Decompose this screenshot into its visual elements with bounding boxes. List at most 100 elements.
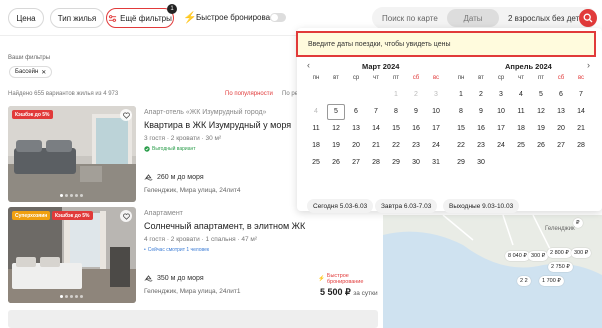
map-price-marker[interactable]: 300 ₽ [571, 248, 592, 258]
calendar-day[interactable]: 16 [407, 121, 425, 137]
calendar-day[interactable]: 10 [492, 104, 510, 120]
calendar-day[interactable]: 10 [427, 104, 445, 120]
calendar-day[interactable]: 27 [347, 155, 365, 171]
calendar-day[interactable]: 25 [512, 138, 530, 154]
calendar-day[interactable]: 23 [407, 138, 425, 154]
calendar-day[interactable]: 24 [427, 138, 445, 154]
calendar-day[interactable]: 19 [327, 138, 345, 154]
search-map-button[interactable]: Поиск по карте [382, 14, 438, 23]
room-photo-icon [8, 207, 136, 303]
calendar-day[interactable]: 30 [407, 155, 425, 171]
calendar-day[interactable]: 31 [427, 155, 445, 171]
calendar-day[interactable]: 8 [452, 104, 470, 120]
calendar-day[interactable]: 5 [327, 104, 345, 120]
calendar-day[interactable]: 4 [512, 87, 530, 103]
calendar-day[interactable]: 20 [552, 121, 570, 137]
map-view[interactable]: Геленджик ₽ 8 040 ₽ 300 ₽ 2 800 ₽ 300 ₽ … [383, 215, 602, 328]
calendar-day[interactable]: 5 [532, 87, 550, 103]
calendar-day[interactable]: 29 [387, 155, 405, 171]
month-title-march: Март 2024 [362, 62, 400, 71]
calendar-day[interactable]: 26 [532, 138, 550, 154]
photo-pagination[interactable] [60, 295, 83, 298]
calendar-day[interactable]: 14 [367, 121, 385, 137]
calendar-day[interactable]: 7 [367, 104, 385, 120]
fast-booking-toggle[interactable] [270, 13, 286, 22]
calendar-day[interactable]: 3 [492, 87, 510, 103]
filter-chip-pool[interactable]: Бассейн ✕ [9, 66, 53, 78]
calendar-day[interactable]: 13 [552, 104, 570, 120]
price-filter-button[interactable]: Цена [8, 8, 44, 28]
calendar-day[interactable]: 19 [532, 121, 550, 137]
calendar-day[interactable]: 30 [472, 155, 490, 171]
search-button[interactable] [579, 9, 597, 27]
photo-pagination[interactable] [60, 194, 83, 197]
map-price-marker[interactable]: 2 800 ₽ [547, 248, 572, 258]
calendar-day[interactable]: 8 [387, 104, 405, 120]
calendar-day[interactable]: 21 [572, 121, 590, 137]
calendar-day[interactable]: 15 [452, 121, 470, 137]
calendar-day[interactable]: 27 [552, 138, 570, 154]
calendar-day[interactable]: 26 [327, 155, 345, 171]
listing-title[interactable]: Квартира в ЖК Изумрудный у моря [144, 120, 291, 130]
calendar-day[interactable]: 24 [492, 138, 510, 154]
sort-popular-tab[interactable]: По популярности [225, 91, 273, 97]
calendar-day[interactable]: 28 [572, 138, 590, 154]
calendar-day[interactable]: 17 [427, 121, 445, 137]
calendar-day[interactable]: 15 [387, 121, 405, 137]
calendar-day[interactable]: 7 [572, 87, 590, 103]
calendar-day[interactable]: 25 [307, 155, 325, 171]
calendar-day[interactable]: 13 [347, 121, 365, 137]
calendar-day[interactable]: 12 [327, 121, 345, 137]
calendar-day[interactable]: 14 [572, 104, 590, 120]
weekday-label: пн [457, 75, 465, 81]
map-price-marker[interactable]: 300 ₽ [528, 251, 549, 261]
quick-dates-tomorrow[interactable]: Завтра 6.03-7.03 [375, 199, 438, 213]
calendar-day[interactable]: 22 [452, 138, 470, 154]
calendar-day[interactable]: 16 [472, 121, 490, 137]
map-price-marker[interactable]: 2 2 [517, 276, 531, 286]
calendar-day[interactable]: 9 [472, 104, 490, 120]
quick-dates-weekend[interactable]: Выходные 9.03-10.03 [443, 199, 520, 213]
listing-photo[interactable]: Суперхозяин Кэшбэк до 5% [8, 207, 136, 303]
close-icon[interactable]: ✕ [41, 69, 46, 76]
type-filter-label: Тип жилья [57, 13, 97, 23]
dates-field[interactable]: Даты [447, 9, 499, 27]
calendar-day[interactable]: 11 [512, 104, 530, 120]
listing-title[interactable]: Солнечный апартамент, в элитном ЖК [144, 221, 305, 231]
calendar-day[interactable]: 20 [347, 138, 365, 154]
listing-specs: 3 гостя · 2 кровати · 30 м² [144, 135, 222, 142]
check-icon [144, 146, 150, 152]
calendar-day[interactable]: 11 [307, 121, 325, 137]
calendar-day[interactable]: 21 [367, 138, 385, 154]
calendar-day[interactable]: 18 [512, 121, 530, 137]
map-price-marker[interactable]: 1 700 ₽ [539, 276, 564, 286]
map-price-marker[interactable]: 2 750 ₽ [548, 262, 573, 272]
chevron-left-icon[interactable]: ‹ [307, 60, 310, 70]
listing-card-placeholder [8, 310, 378, 328]
calendar-day[interactable]: 6 [552, 87, 570, 103]
calendar-day[interactable]: 1 [452, 87, 470, 103]
more-filters-button[interactable]: Ещё фильтры 1 [106, 4, 177, 28]
calendar-day[interactable]: 12 [532, 104, 550, 120]
favorite-button[interactable] [120, 210, 132, 222]
calendar-day[interactable]: 28 [367, 155, 385, 171]
guests-field[interactable]: 2 взрослых без детей [508, 14, 588, 23]
chevron-right-icon[interactable]: › [587, 60, 590, 70]
map-price-marker[interactable]: ₽ [573, 218, 583, 228]
calendar-day[interactable]: 22 [387, 138, 405, 154]
calendar-day[interactable]: 17 [492, 121, 510, 137]
type-filter-button[interactable]: Тип жилья [50, 8, 104, 28]
calendar-day[interactable]: 9 [407, 104, 425, 120]
calendar-day[interactable]: 23 [472, 138, 490, 154]
calendar-day[interactable]: 6 [347, 104, 365, 120]
calendar-day[interactable]: 18 [307, 138, 325, 154]
calendar-day[interactable]: 29 [452, 155, 470, 171]
quick-dates-today[interactable]: Сегодня 5.03-6.03 [307, 199, 374, 213]
map-city-label: Геленджик [545, 226, 575, 232]
listing-photo[interactable]: Кэшбэк до 5% [8, 106, 136, 202]
favorite-button[interactable] [120, 109, 132, 121]
filter-chip-label: Бассейн [15, 69, 39, 75]
listing-card[interactable]: Суперхозяин Кэшбэк до 5% Апартамент Солн… [8, 207, 378, 303]
calendar-day[interactable]: 2 [472, 87, 490, 103]
map-price-marker[interactable]: 8 040 ₽ [505, 251, 530, 261]
